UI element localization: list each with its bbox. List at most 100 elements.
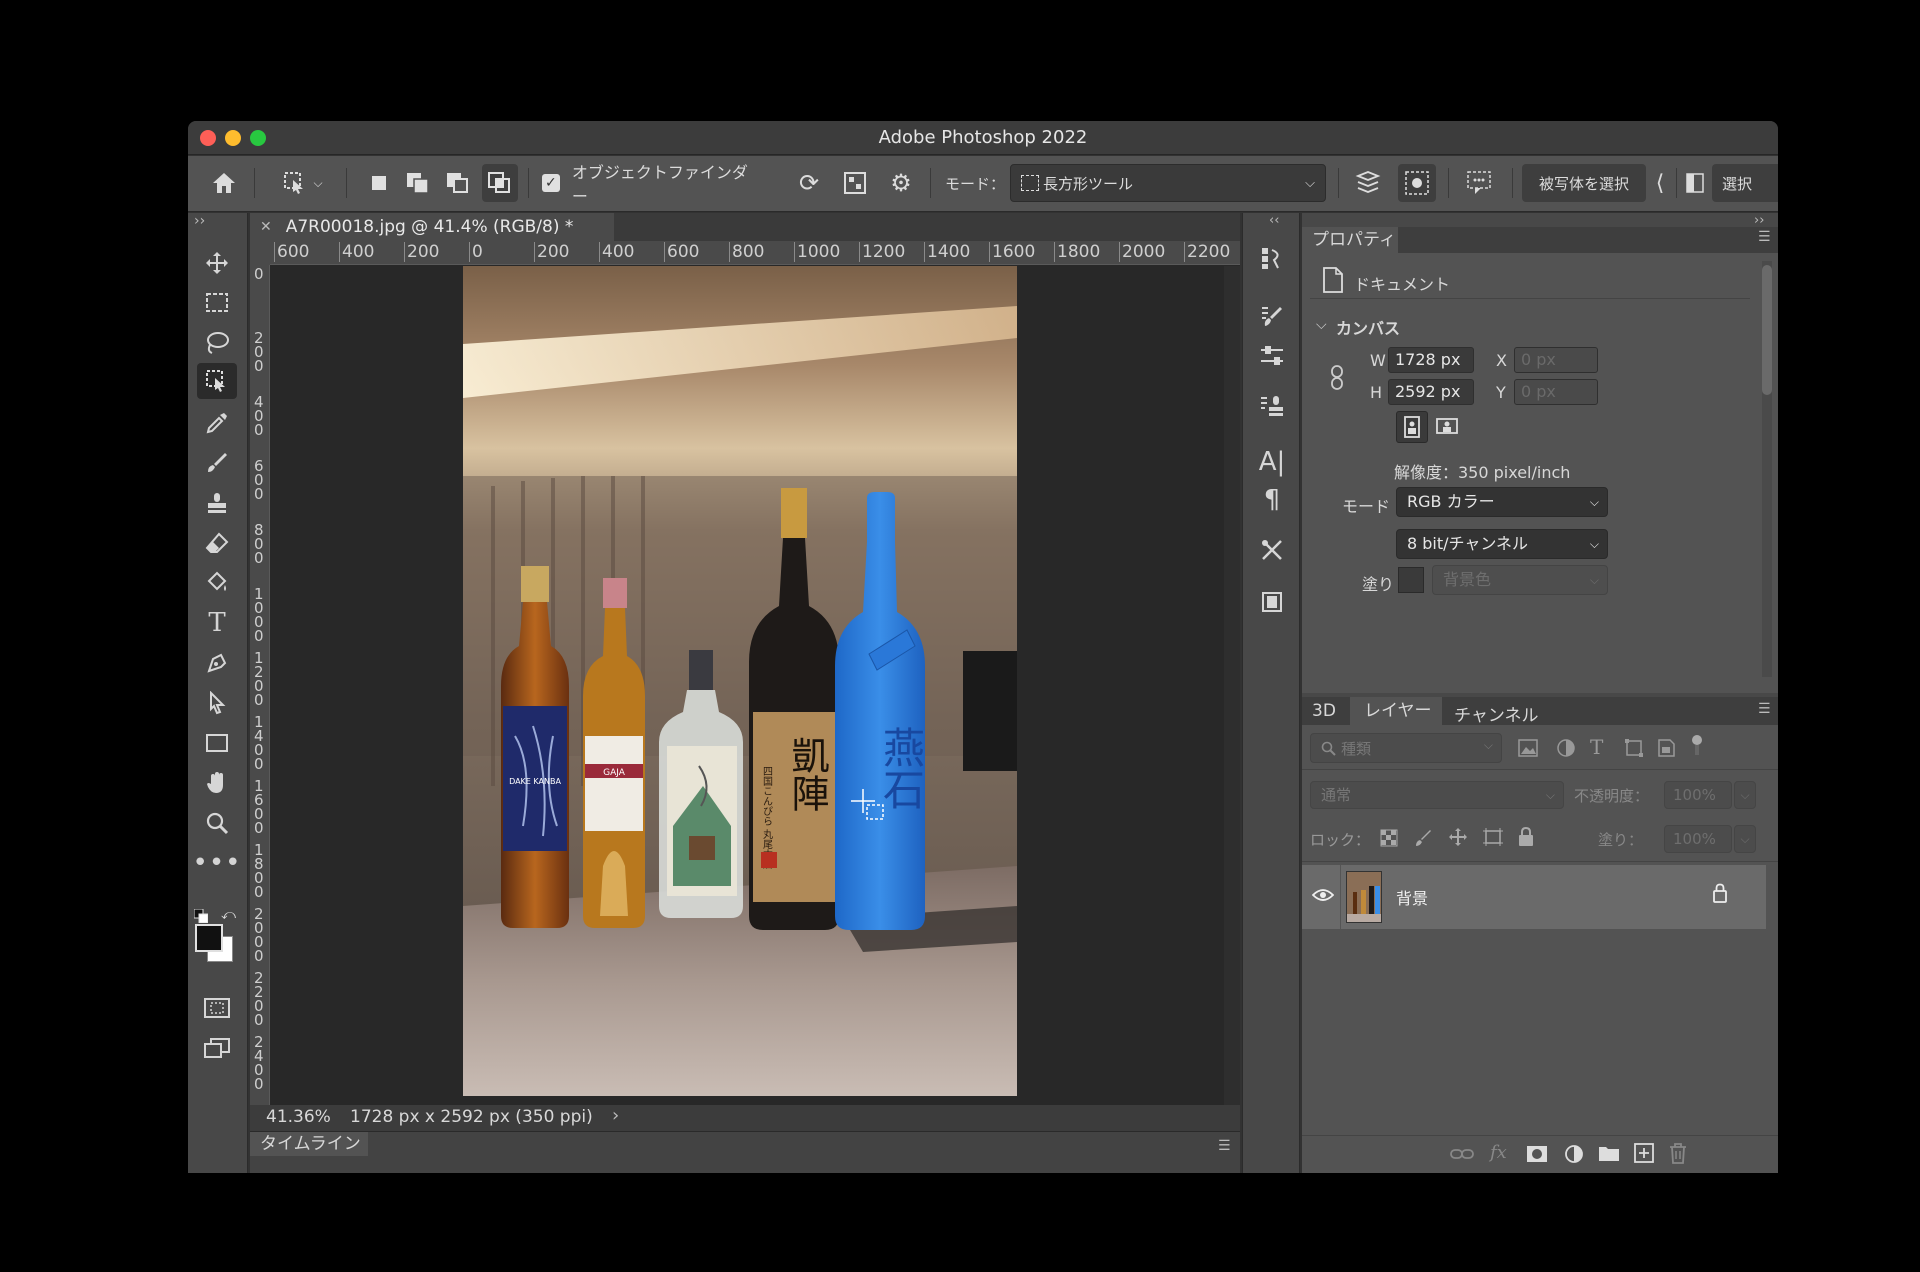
move-tool[interactable] [197, 245, 237, 281]
panel-menu-icon[interactable]: ☰ [1758, 229, 1771, 245]
eyedropper-tool[interactable] [197, 405, 237, 441]
ruler-tick-label: 2 0 0 0 [254, 905, 264, 965]
layer-filter-dropdown[interactable]: 種類 ⌵ [1310, 733, 1502, 763]
fill-color-swatch[interactable] [1398, 567, 1424, 593]
bit-depth-dropdown[interactable]: 8 bit/チャンネル ⌵ [1396, 529, 1608, 559]
fill-dropdown[interactable]: 背景色 ⌵ [1432, 565, 1608, 595]
fill-dropdown[interactable]: ⌵ [1734, 825, 1756, 853]
properties-tab-bar: プロパティ ☰ [1302, 227, 1778, 253]
photo-canvas[interactable]: DAKE KANBA GAJA 四国こんぴら 丸尾本店 凱陣 燕石 [463, 266, 1017, 1096]
paragraph-panel-button[interactable]: ¶ [1252, 481, 1292, 519]
dropdown-arrow-icon[interactable]: ⟨ [1650, 164, 1670, 202]
blend-mode-dropdown[interactable]: 通常 ⌵ [1310, 781, 1564, 809]
type-filter-icon[interactable]: T [1590, 735, 1603, 759]
portrait-orientation-button[interactable] [1396, 411, 1428, 443]
fx-icon[interactable]: fx [1490, 1142, 1507, 1163]
layer-name[interactable]: 背景 [1396, 885, 1428, 909]
zoom-tool[interactable] [197, 805, 237, 841]
vertical-ruler[interactable]: 0 2 0 0 4 0 0 6 0 0 8 0 0 1 0 0 0 1 2 0 0 1 4 0… [250, 265, 270, 1105]
y-field[interactable]: 0 px [1514, 379, 1598, 405]
brush-settings-button[interactable] [1252, 297, 1292, 335]
ruler-tick-label: 1 0 0 0 [254, 585, 264, 645]
fill-field[interactable]: 100% [1664, 825, 1732, 853]
subtract-from-selection-button[interactable] [442, 164, 474, 202]
ruler-origin[interactable] [250, 241, 270, 265]
checkbox-checked-icon[interactable]: ✓ [542, 174, 560, 192]
paint-bucket-tool[interactable] [197, 565, 237, 601]
zoom-level[interactable]: 41.36% [266, 1107, 331, 1127]
channels-tab[interactable]: チャンネル [1454, 701, 1539, 726]
opacity-field[interactable]: 100% [1664, 781, 1732, 809]
3d-tab[interactable]: 3D [1312, 701, 1336, 721]
refresh-button[interactable]: ⟳ [792, 164, 826, 202]
feedback-button[interactable] [1460, 164, 1500, 202]
sample-all-layers-button[interactable] [1350, 164, 1386, 202]
select-and-mask-button[interactable]: 選択 [1712, 164, 1778, 202]
expand-panels-icon[interactable]: ›› [1754, 213, 1764, 228]
properties-scrollbar[interactable] [1762, 261, 1772, 677]
eraser-tool[interactable] [197, 525, 237, 561]
section-chevron-icon[interactable]: ⌵ [1316, 317, 1327, 333]
layers-tab[interactable]: レイヤー [1350, 697, 1442, 725]
show-all-objects-button[interactable] [838, 164, 872, 202]
clone-stamp-tool[interactable] [197, 485, 237, 521]
panel-menu-icon[interactable]: ☰ [1218, 1138, 1231, 1154]
quick-mask-button[interactable] [197, 990, 237, 1026]
default-colors-icon[interactable] [193, 908, 209, 924]
color-mode-dropdown[interactable]: RGB カラー ⌵ [1396, 487, 1608, 517]
adjustments-button[interactable] [1252, 337, 1292, 375]
lasso-tool[interactable] [197, 325, 237, 361]
type-tool[interactable]: T [197, 605, 237, 641]
object-finder-toggle[interactable]: ✓ オブジェクトファインダー [542, 163, 762, 206]
foreground-color-swatch[interactable] [195, 924, 223, 952]
layer-row[interactable]: 背景 [1302, 865, 1766, 929]
swap-colors-icon[interactable]: ⤺ [221, 907, 236, 923]
layer-thumbnail [1346, 871, 1382, 923]
clone-source-button[interactable] [1252, 387, 1292, 425]
window-title: Adobe Photoshop 2022 [878, 127, 1088, 148]
rectangular-marquee-tool[interactable] [197, 285, 237, 321]
character-panel-button[interactable]: A| [1252, 443, 1292, 481]
intersect-selection-button[interactable] [482, 164, 518, 202]
properties-tab[interactable]: プロパティ [1302, 227, 1398, 253]
select-and-mask-icon[interactable] [1682, 164, 1708, 202]
vertical-scrollbar[interactable] [1224, 266, 1240, 1105]
status-menu-chevron-icon[interactable]: › [612, 1105, 619, 1126]
screen-mode-button[interactable] [197, 1030, 237, 1066]
width-field[interactable]: 1728 px [1388, 347, 1474, 373]
enhance-edge-settings-button[interactable] [1398, 164, 1436, 202]
edit-toolbar-button[interactable]: ••• [193, 845, 241, 881]
mode-dropdown[interactable]: 長方形ツール ⌵ [1010, 164, 1326, 202]
height-field[interactable]: 2592 px [1388, 379, 1474, 405]
canvas-section-title[interactable]: カンバス [1336, 315, 1400, 339]
path-selection-tool[interactable] [197, 685, 237, 721]
close-tab-icon[interactable]: ✕ [260, 219, 272, 235]
history-panel-button[interactable] [1252, 239, 1292, 277]
tool-preset-picker[interactable]: ⌵ [278, 164, 328, 202]
object-selection-tool[interactable] [197, 363, 237, 399]
pen-tool[interactable] [197, 645, 237, 681]
timeline-tab[interactable]: タイムライン [250, 1132, 368, 1156]
select-subject-button[interactable]: 被写体を選択 [1522, 164, 1646, 202]
panel-menu-icon[interactable]: ☰ [1758, 701, 1771, 717]
scrollbar-thumb[interactable] [1762, 265, 1772, 395]
landscape-orientation-button[interactable] [1432, 411, 1464, 443]
hand-tool[interactable] [197, 765, 237, 801]
brush-tool[interactable] [197, 445, 237, 481]
expand-toolbar-icon[interactable]: ›› [194, 213, 205, 229]
rectangle-tool[interactable] [197, 725, 237, 761]
collapse-dock-icon[interactable]: ‹‹ [1269, 213, 1279, 228]
filter-toggle-switch[interactable] [1692, 735, 1706, 757]
object-finder-settings-button[interactable]: ⚙ [884, 164, 918, 202]
ruler-tick-label: 400 [599, 242, 634, 262]
opacity-dropdown[interactable]: ⌵ [1734, 781, 1756, 809]
tool-presets-button[interactable] [1252, 531, 1292, 569]
x-field[interactable]: 0 px [1514, 347, 1598, 373]
document-tab[interactable]: ✕ A7R00018.jpg @ 41.4% (RGB/8) * [250, 213, 614, 241]
canvas-area[interactable]: DAKE KANBA GAJA 四国こんぴら 丸尾本店 凱陣 燕石 [271, 266, 1224, 1105]
new-selection-button[interactable] [364, 164, 394, 202]
notes-panel-button[interactable] [1252, 583, 1292, 621]
horizontal-ruler[interactable]: 600 400 200 0 200 400 600 800 1000 1200 1400 1600 18… [270, 241, 1240, 265]
home-button[interactable] [206, 164, 242, 202]
add-to-selection-button[interactable] [402, 164, 434, 202]
